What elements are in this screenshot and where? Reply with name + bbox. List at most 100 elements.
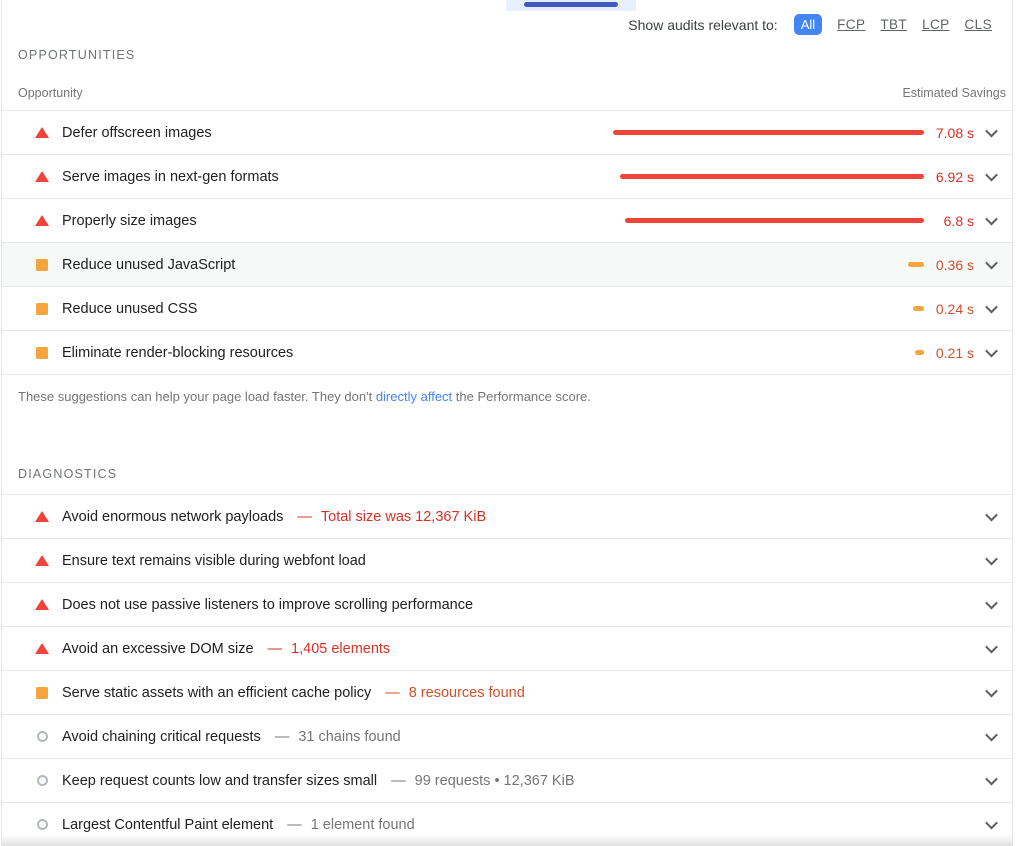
footnote-text: These suggestions can help your page loa… — [18, 389, 376, 404]
diagnostic-row-critical-requests[interactable]: Avoid chaining critical requests — 31 ch… — [2, 715, 1012, 759]
opportunity-label: Defer offscreen images — [62, 125, 613, 141]
diagnostic-label: Largest Contentful Paint element — [62, 817, 273, 833]
estimated-savings-value: 0.24 s — [924, 301, 974, 317]
annotation-dash: — — [275, 729, 290, 745]
opportunities-column-headers: Opportunity Estimated Savings — [2, 76, 1012, 111]
estimated-savings-value: 6.8 s — [924, 213, 974, 229]
opportunity-label: Reduce unused CSS — [62, 301, 613, 317]
average-square-icon — [35, 687, 49, 699]
audit-filter-bar: Show audits relevant to: All FCP TBT LCP… — [628, 14, 992, 35]
filter-bar-label: Show audits relevant to: — [628, 17, 777, 33]
chevron-down-icon[interactable] — [974, 128, 1008, 137]
diagnostic-row-passive-listeners[interactable]: Does not use passive listeners to improv… — [2, 583, 1012, 627]
chevron-down-icon[interactable] — [974, 260, 1008, 269]
column-header-estimated-savings: Estimated Savings — [902, 86, 1006, 100]
average-square-icon — [35, 303, 49, 315]
diagnostic-annotation: Total size was 12,367 KiB — [321, 509, 486, 525]
chevron-down-icon[interactable] — [974, 304, 1008, 313]
opportunity-label: Properly size images — [62, 213, 613, 229]
diagnostic-row-lcp-element[interactable]: Largest Contentful Paint element — 1 ele… — [2, 803, 1012, 846]
annotation-dash: — — [391, 773, 406, 789]
fail-triangle-icon — [35, 215, 49, 226]
opportunity-row-next-gen-formats[interactable]: Serve images in next-gen formats 6.92 s — [2, 155, 1012, 199]
opportunity-row-reduce-unused-javascript[interactable]: Reduce unused JavaScript 0.36 s — [2, 243, 1012, 287]
opportunity-label: Serve images in next-gen formats — [62, 169, 613, 185]
diagnostic-label: Ensure text remains visible during webfo… — [62, 553, 366, 569]
chevron-down-icon[interactable] — [974, 348, 1008, 357]
fail-triangle-icon — [35, 599, 49, 610]
diagnostic-annotation: 8 resources found — [409, 685, 525, 701]
informative-circle-icon — [35, 819, 49, 830]
savings-sparkline — [613, 218, 924, 223]
footnote-text: the Performance score. — [452, 389, 591, 404]
diagnostic-annotation: 31 chains found — [298, 729, 400, 745]
savings-sparkline — [613, 306, 924, 311]
directly-affect-link[interactable]: directly affect — [376, 389, 452, 404]
diagnostic-label: Avoid chaining critical requests — [62, 729, 261, 745]
average-square-icon — [35, 259, 49, 271]
opportunity-row-properly-size-images[interactable]: Properly size images 6.8 s — [2, 199, 1012, 243]
diagnostic-row-dom-size[interactable]: Avoid an excessive DOM size — 1,405 elem… — [2, 627, 1012, 671]
opportunity-row-reduce-unused-css[interactable]: Reduce unused CSS 0.24 s — [2, 287, 1012, 331]
diagnostics-section-title: DIAGNOSTICS — [2, 404, 1012, 481]
chevron-down-icon[interactable] — [974, 820, 1008, 829]
chevron-down-icon[interactable] — [974, 556, 1008, 565]
fail-triangle-icon — [35, 127, 49, 138]
filter-option-lcp[interactable]: LCP — [922, 17, 949, 32]
informative-circle-icon — [35, 775, 49, 786]
savings-sparkline — [613, 262, 924, 267]
chevron-down-icon[interactable] — [974, 776, 1008, 785]
tab-active-underline — [524, 2, 618, 7]
informative-circle-icon — [35, 731, 49, 742]
diagnostic-row-cache-policy[interactable]: Serve static assets with an efficient ca… — [2, 671, 1012, 715]
column-header-opportunity: Opportunity — [18, 86, 83, 100]
chevron-down-icon[interactable] — [974, 644, 1008, 653]
filter-option-cls[interactable]: CLS — [965, 17, 992, 32]
diagnostic-annotation: 1,405 elements — [291, 641, 390, 657]
selected-tab-remnant[interactable] — [506, 0, 636, 11]
estimated-savings-value: 0.21 s — [924, 345, 974, 361]
fail-triangle-icon — [35, 555, 49, 566]
annotation-dash: — — [287, 817, 302, 833]
chevron-down-icon[interactable] — [974, 600, 1008, 609]
diagnostic-label: Keep request counts low and transfer siz… — [62, 773, 377, 789]
savings-sparkline — [613, 130, 924, 135]
diagnostic-row-network-payloads[interactable]: Avoid enormous network payloads — Total … — [2, 495, 1012, 539]
annotation-dash: — — [385, 685, 400, 701]
diagnostic-annotation: 1 element found — [311, 817, 415, 833]
diagnostic-label: Serve static assets with an efficient ca… — [62, 685, 371, 701]
opportunities-footnote: These suggestions can help your page loa… — [2, 375, 1012, 404]
fail-triangle-icon — [35, 511, 49, 522]
estimated-savings-value: 0.36 s — [924, 257, 974, 273]
estimated-savings-value: 6.92 s — [924, 169, 974, 185]
opportunity-label: Eliminate render-blocking resources — [62, 345, 613, 361]
savings-sparkline — [613, 350, 924, 355]
diagnostic-label: Does not use passive listeners to improv… — [62, 597, 473, 613]
diagnostic-row-request-counts[interactable]: Keep request counts low and transfer siz… — [2, 759, 1012, 803]
opportunity-row-defer-offscreen-images[interactable]: Defer offscreen images 7.08 s — [2, 111, 1012, 155]
filter-option-fcp[interactable]: FCP — [837, 17, 865, 32]
savings-sparkline — [613, 174, 924, 179]
filter-option-all[interactable]: All — [794, 14, 822, 35]
estimated-savings-value: 7.08 s — [924, 125, 974, 141]
diagnostic-annotation: 99 requests • 12,367 KiB — [415, 773, 575, 789]
chevron-down-icon[interactable] — [974, 216, 1008, 225]
chevron-down-icon[interactable] — [974, 732, 1008, 741]
chevron-down-icon[interactable] — [974, 172, 1008, 181]
opportunities-table: Defer offscreen images 7.08 s Serve imag… — [2, 111, 1012, 375]
fail-triangle-icon — [35, 171, 49, 182]
opportunity-label: Reduce unused JavaScript — [62, 257, 613, 273]
chevron-down-icon[interactable] — [974, 512, 1008, 521]
diagnostic-label: Avoid enormous network payloads — [62, 509, 283, 525]
diagnostics-table: Avoid enormous network payloads — Total … — [2, 494, 1012, 846]
chevron-down-icon[interactable] — [974, 688, 1008, 697]
annotation-dash: — — [268, 641, 283, 657]
diagnostic-label: Avoid an excessive DOM size — [62, 641, 254, 657]
annotation-dash: — — [297, 509, 312, 525]
fail-triangle-icon — [35, 643, 49, 654]
opportunity-row-render-blocking-resources[interactable]: Eliminate render-blocking resources 0.21… — [2, 331, 1012, 375]
average-square-icon — [35, 347, 49, 359]
diagnostic-row-webfont-load[interactable]: Ensure text remains visible during webfo… — [2, 539, 1012, 583]
filter-option-tbt[interactable]: TBT — [880, 17, 907, 32]
lighthouse-report: Show audits relevant to: All FCP TBT LCP… — [1, 0, 1013, 846]
